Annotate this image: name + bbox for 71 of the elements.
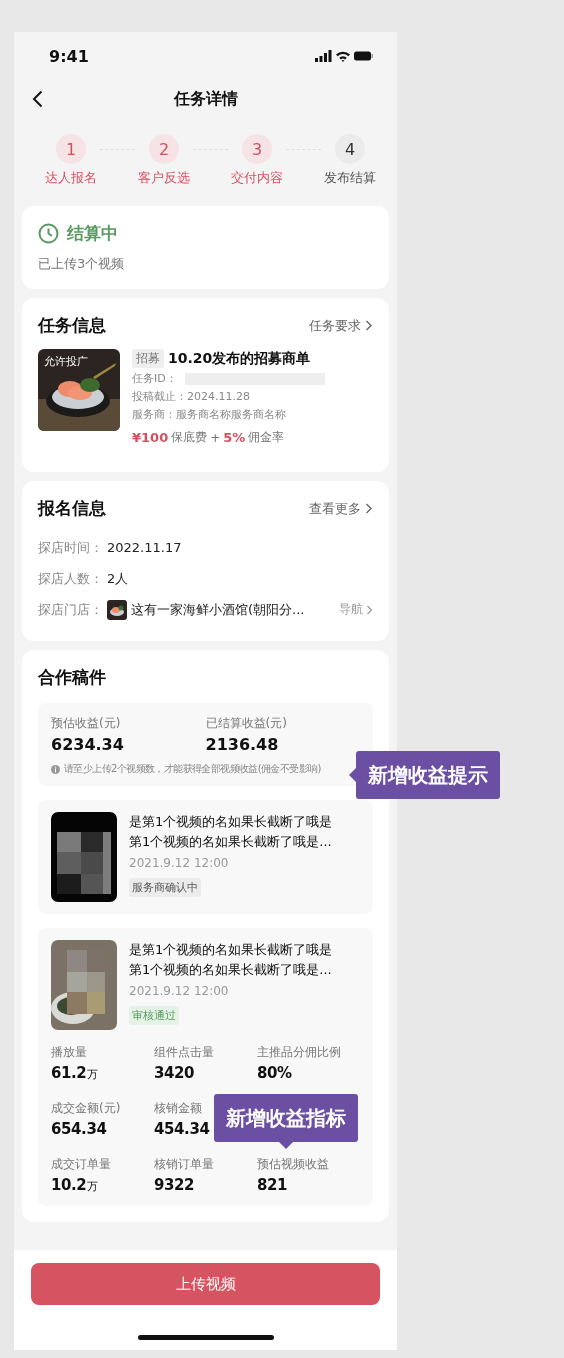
view-more-link[interactable]: 查看更多 — [309, 499, 373, 518]
section-title: 报名信息 — [38, 497, 106, 520]
info-label: 探店时间： — [38, 538, 103, 557]
annotation-callout: 新增收益提示 — [349, 751, 500, 799]
metric-label: 核销金额 — [154, 1100, 203, 1117]
tip-text: 请至少上传2个视频数，才能获得全部视频收益(佣金不受影响) — [64, 762, 321, 776]
earnings-value: 2136.48 — [205, 735, 280, 754]
earnings-value: 6234.34 — [51, 735, 125, 754]
chevron-icon — [365, 503, 373, 514]
section-title: 任务信息 — [38, 314, 106, 337]
step-label: 达人报名 — [45, 169, 97, 187]
video-time: 2021.9.12 12:00 — [129, 856, 229, 870]
step-number: 1 — [56, 134, 86, 164]
metric-value: 61.2万 — [51, 1064, 100, 1082]
video-title: 是第1个视频的名如果长截断了哦是第1个视频的名如果长截断了哦是... — [129, 941, 334, 979]
clock-icon — [38, 223, 59, 244]
rate-amount: 5% — [223, 430, 246, 445]
metric-label: 组件点击量 — [154, 1044, 215, 1061]
step-number: 3 — [242, 134, 272, 164]
earnings-label: 预估收益(元) — [51, 715, 122, 732]
fee-amount: ¥100 — [132, 430, 169, 445]
back-icon[interactable] — [32, 90, 43, 108]
earnings-label: 已结算收益(元) — [205, 715, 288, 732]
metric-value: 654.34 — [51, 1120, 108, 1138]
metric-label: 播放量 — [51, 1044, 88, 1061]
chevron-icon — [365, 320, 373, 331]
step-number: 4 — [335, 134, 365, 164]
task-tag: 招募 — [132, 349, 164, 368]
annotation-callout: 新增收益指标 — [214, 1094, 358, 1149]
metric-label: 核销订单量 — [154, 1156, 215, 1173]
step-number: 2 — [149, 134, 179, 164]
rate-label: 佣金率 — [248, 429, 285, 446]
info-label: 探店人数： — [38, 569, 103, 588]
upload-video-button[interactable]: 上传视频 — [31, 1263, 380, 1305]
status-icons — [315, 50, 373, 62]
video-title: 是第1个视频的名如果长截断了哦是第1个视频的名如果长截断了哦是... — [129, 813, 334, 851]
metric-label: 成交金额(元) — [51, 1100, 122, 1117]
chevron-icon — [366, 604, 373, 615]
step-label: 客户反选 — [138, 169, 190, 187]
store-name: 这有一家海鲜小酒馆(朝阳分... — [131, 600, 306, 619]
video-time: 2021.9.12 12:00 — [129, 984, 229, 998]
plus-sign: + — [210, 430, 221, 445]
info-value: 2人 — [107, 569, 129, 588]
task-deadline: 投稿截止：2024.11.28 — [132, 389, 251, 404]
task-name: 10.20发布的招募商单 — [168, 349, 311, 368]
info-label: 探店门店： — [38, 600, 103, 619]
task-requirements-link[interactable]: 任务要求 — [309, 316, 373, 335]
page-title: 任务详情 — [173, 88, 238, 110]
metric-value: 3420 — [154, 1064, 196, 1082]
metric-label: 预估视频收益 — [257, 1156, 330, 1173]
status-title: 结算中 — [67, 222, 118, 245]
info-icon — [51, 764, 60, 774]
metric-value: 80% — [257, 1064, 293, 1082]
step-label: 交付内容 — [231, 169, 283, 187]
status-time: 9:41 — [49, 46, 89, 66]
image-label: 允许投广 — [44, 354, 88, 369]
metric-value: 821 — [257, 1176, 289, 1194]
metric-label: 主推品分佣比例 — [257, 1044, 342, 1061]
status-tag: 服务商确认中 — [129, 878, 201, 897]
metric-label: 成交订单量 — [51, 1156, 112, 1173]
task-id-label: 任务ID： — [132, 371, 177, 386]
section-title: 合作稿件 — [38, 666, 107, 689]
task-provider: 服务商：服务商名称服务商名称 — [132, 407, 287, 422]
step-label: 发布结算 — [324, 169, 376, 187]
status-tag: 审核通过 — [129, 1006, 179, 1025]
fee-label: 保底费 — [171, 429, 208, 446]
metric-value: 454.34 — [154, 1120, 211, 1138]
status-subtitle: 已上传3个视频 — [38, 255, 126, 273]
metric-value: 10.2万 — [51, 1176, 100, 1194]
info-value: 2022.11.17 — [107, 540, 182, 555]
metric-value: 9322 — [154, 1176, 196, 1194]
